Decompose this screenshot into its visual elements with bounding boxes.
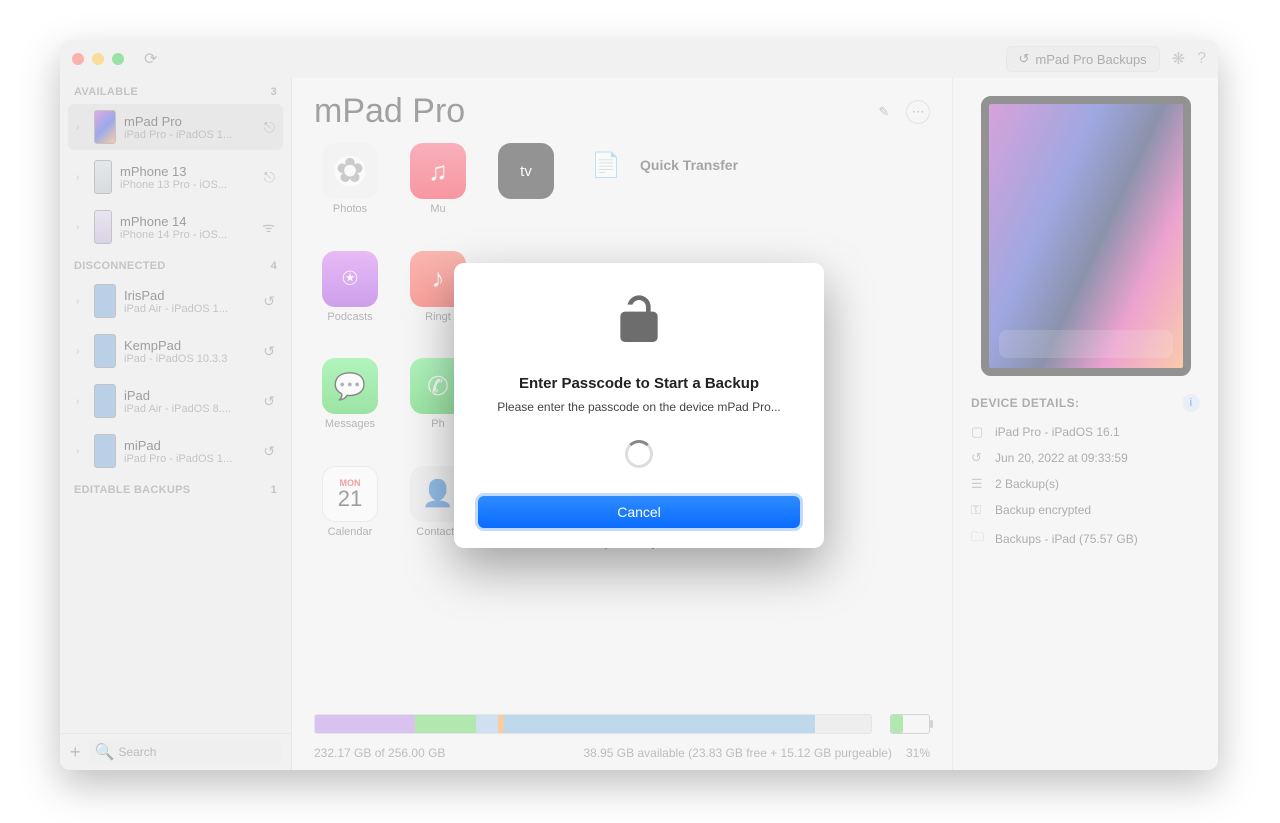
cancel-button[interactable]: Cancel [478, 496, 800, 528]
passcode-dialog: Enter Passcode to Start a Backup Please … [454, 263, 824, 548]
app-window: ⟳ ↺ mPad Pro Backups ❋ ? AVAILABLE3 › mP… [60, 40, 1218, 770]
unlock-icon [478, 293, 800, 361]
dialog-title: Enter Passcode to Start a Backup [478, 375, 800, 392]
spinner-icon [625, 440, 653, 468]
dialog-message: Please enter the passcode on the device … [478, 400, 800, 414]
modal-backdrop: Enter Passcode to Start a Backup Please … [60, 40, 1218, 770]
